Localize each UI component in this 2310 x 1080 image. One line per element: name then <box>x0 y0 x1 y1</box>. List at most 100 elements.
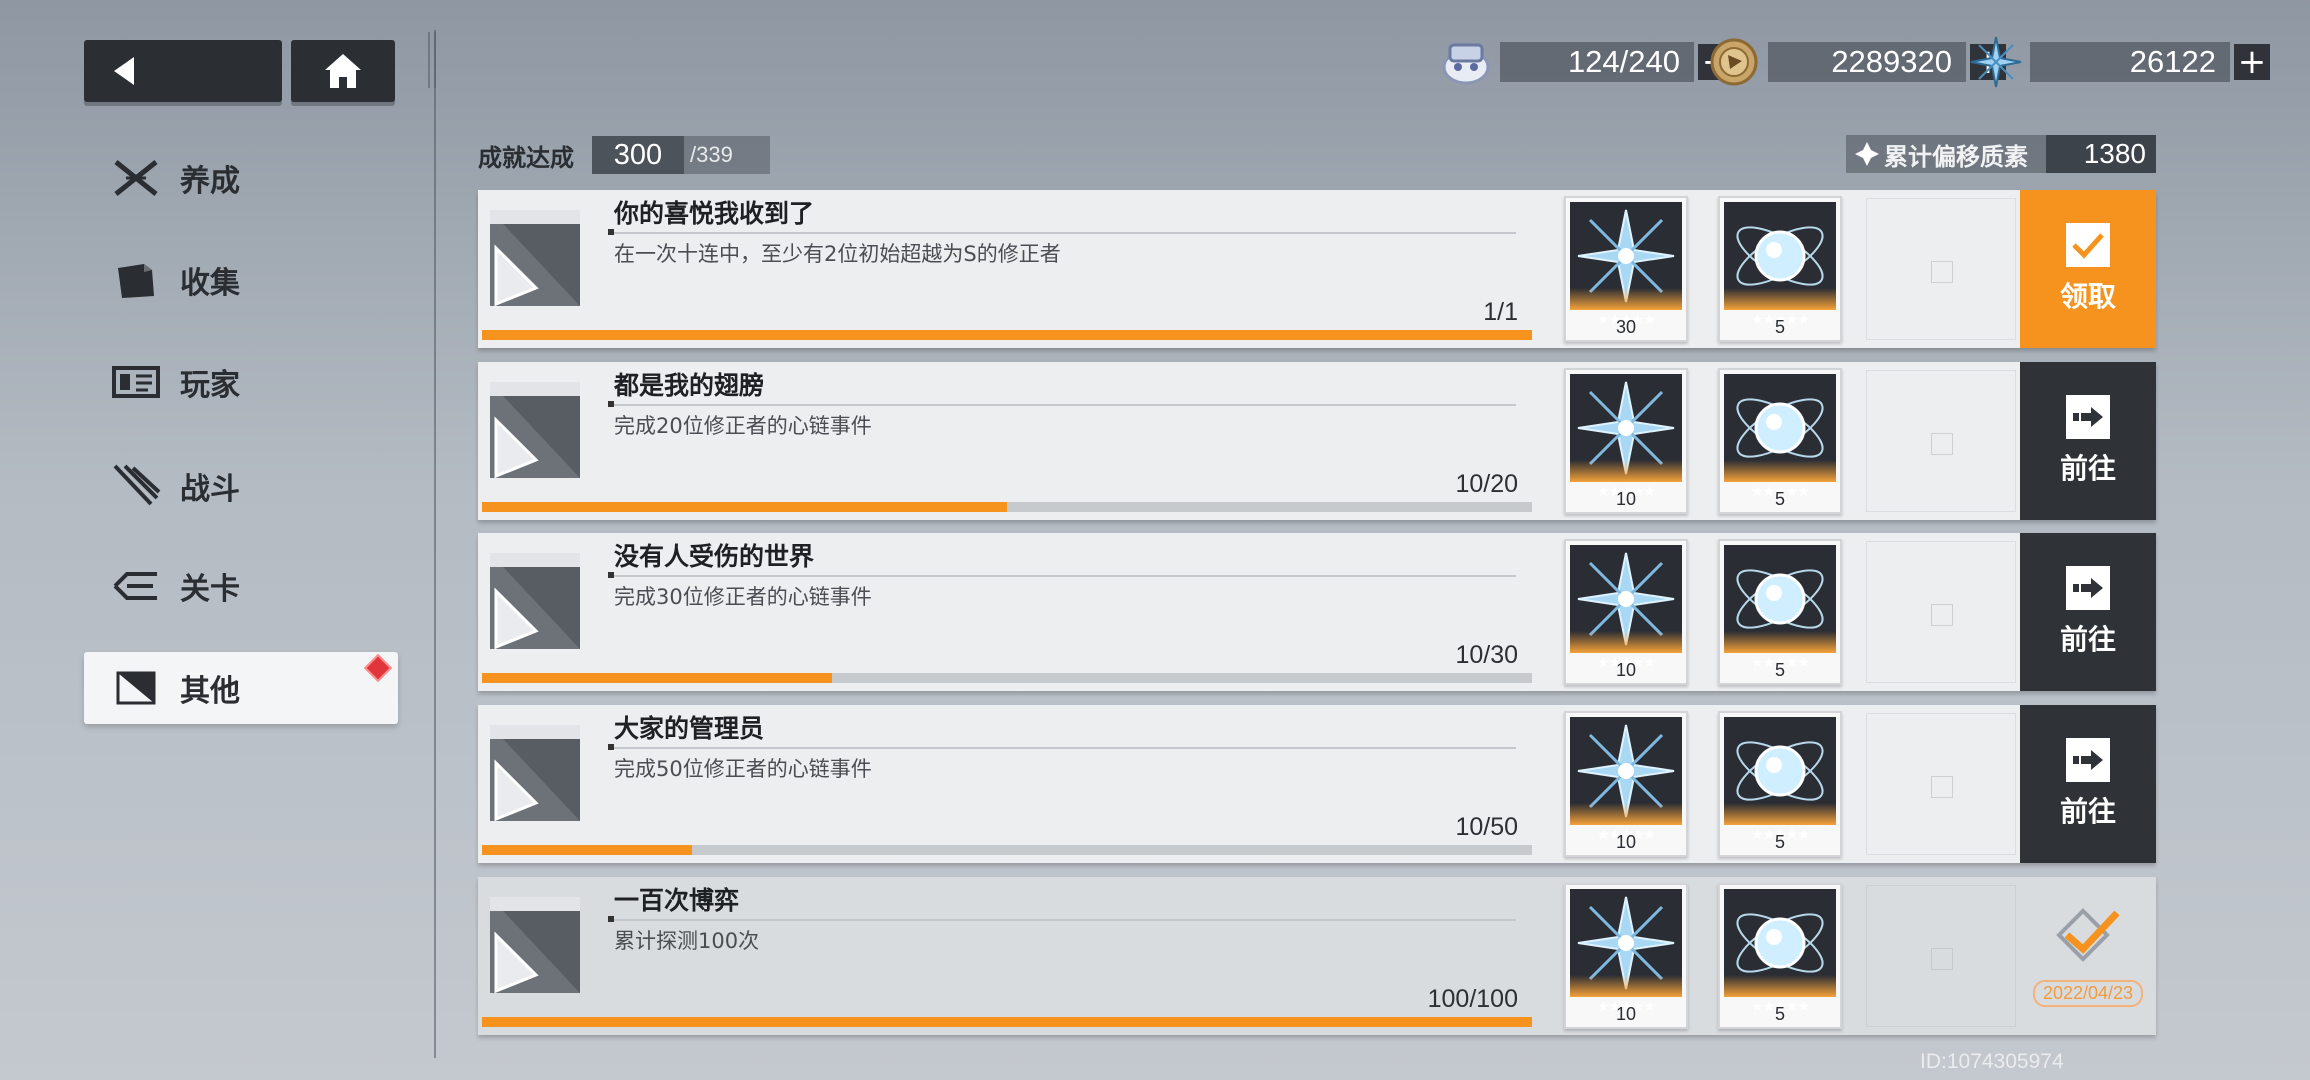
folder-icon <box>110 260 162 300</box>
empty-reward-slot <box>1866 198 2016 340</box>
progress-text: 1/1 <box>1483 298 1518 326</box>
arrow-right-icon <box>2066 738 2110 782</box>
resource-coin: 2289320 + <box>1706 38 2006 86</box>
achievement-emblem-icon <box>490 382 580 479</box>
title-rule <box>608 572 1516 578</box>
crossed-swords-icon <box>110 158 162 198</box>
back-button[interactable] <box>84 40 282 102</box>
achievement-title: 大家的管理员 <box>614 714 765 743</box>
sidebar-item-battle[interactable]: 战斗 <box>84 450 398 522</box>
reward-orb-item[interactable]: ★★★★★ 5 <box>1718 883 1842 1029</box>
orb-icon <box>1724 374 1836 482</box>
offset-mass-text: 累计偏移质素 <box>1884 142 2028 171</box>
sidebar-item-label: 战斗 <box>180 472 240 507</box>
crystal-value: 26122 <box>2030 42 2230 82</box>
sidebar-item-player[interactable]: 玩家 <box>84 346 398 418</box>
achievement-row: 一百次博弈 累计探测100次 100/100 ★★★★★ 10 ★★★★★ 5 2022/04… <box>478 877 2156 1035</box>
sidebar-item-stage[interactable]: 关卡 <box>84 550 398 622</box>
claim-button[interactable]: 领取 <box>2020 190 2156 348</box>
reward-crystal-item[interactable]: ★★★★★ 10 <box>1564 711 1688 857</box>
achievement-count-box: 300 /339 <box>592 136 770 174</box>
progress-bar <box>482 845 1532 855</box>
reward-orb-item[interactable]: ★★★★★ 5 <box>1718 711 1842 857</box>
empty-reward-slot <box>1866 541 2016 683</box>
divider-mark <box>428 32 436 88</box>
achievement-row: 都是我的翅膀 完成20位修正者的心链事件 10/20 ★★★★★ 10 ★★★★★ 5 前往 <box>478 362 2156 520</box>
title-rule <box>608 916 1516 922</box>
checkmark-icon <box>2066 223 2110 267</box>
coin-value: 2289320 <box>1768 42 1966 82</box>
sidebar-item-cultivation[interactable]: 养成 <box>84 142 398 214</box>
resource-stamina: 124/240 + <box>1438 40 1734 85</box>
orb-icon <box>1724 202 1836 310</box>
sidebar-item-other[interactable]: 其他 <box>84 652 398 724</box>
achievement-thumbnail <box>488 895 582 995</box>
achievement-thumbnail <box>488 723 582 823</box>
reward-orb-item[interactable]: ★★★★★ 5 <box>1718 368 1842 514</box>
orb-icon <box>1724 545 1836 653</box>
achievement-thumbnail <box>488 208 582 308</box>
achievement-thumbnail <box>488 380 582 480</box>
reward-quantity: 30 <box>1615 317 1637 337</box>
completed-stamp: 2022/04/23 <box>2020 877 2156 1035</box>
achievement-row: 你的喜悦我收到了 在一次十连中，至少有2位初始超越为S的修正者 1/1 ★★★★★ 30… <box>478 190 2156 348</box>
reward-quantity: 5 <box>1774 660 1785 680</box>
go-button[interactable]: 前往 <box>2020 533 2156 691</box>
offset-mass-value: 1380 <box>2046 135 2156 173</box>
home-button[interactable] <box>291 40 395 102</box>
sidebar-item-collection[interactable]: 收集 <box>84 244 398 316</box>
stage-icon <box>110 566 162 606</box>
id-card-icon <box>110 362 162 402</box>
achievement-emblem-icon <box>490 553 580 650</box>
add-crystal-button[interactable]: + <box>2234 44 2270 80</box>
title-rule <box>608 401 1516 407</box>
action-label: 前往 <box>2059 452 2116 485</box>
achievement-row: 没有人受伤的世界 完成30位修正者的心链事件 10/30 ★★★★★ 10 ★★★★★ 5 前… <box>478 533 2156 691</box>
half-square-icon <box>110 668 162 708</box>
completion-date: 2022/04/23 <box>2032 980 2144 1007</box>
achievement-total: /339 <box>690 142 733 167</box>
reward-crystal-item[interactable]: ★★★★★ 10 <box>1564 539 1688 685</box>
progress-bar <box>482 1017 1532 1027</box>
go-button[interactable]: 前往 <box>2020 362 2156 520</box>
back-arrow-icon <box>114 57 134 85</box>
achievements-label: 成就达成 <box>478 144 574 172</box>
progress-text: 10/20 <box>1455 470 1518 498</box>
crystal-icon <box>1968 34 2024 90</box>
reward-quantity: 5 <box>1774 317 1785 337</box>
sidebar-divider <box>434 30 436 1058</box>
go-button[interactable]: 前往 <box>2020 705 2156 863</box>
coin-icon <box>1706 34 1762 90</box>
reward-crystal-item[interactable]: ★★★★★ 10 <box>1564 368 1688 514</box>
notification-badge <box>363 653 393 683</box>
action-label: 前往 <box>2059 623 2116 656</box>
achievement-description: 在一次十连中，至少有2位初始超越为S的修正者 <box>614 242 1061 266</box>
player-uid: ID:1074305974 <box>1920 1050 2064 1073</box>
achieved-count: 300 <box>592 136 684 174</box>
completed-check-icon <box>2053 905 2123 972</box>
achievement-title: 没有人受伤的世界 <box>614 542 815 571</box>
progress-bar-fill <box>482 330 1532 340</box>
reward-quantity: 5 <box>1774 1004 1785 1024</box>
arrow-right-icon <box>2066 566 2110 610</box>
achievement-row: 大家的管理员 完成50位修正者的心链事件 10/50 ★★★★★ 10 ★★★★★ 5 前往 <box>478 705 2156 863</box>
arrow-right-icon <box>2066 395 2110 439</box>
achievement-description: 累计探测100次 <box>614 929 760 953</box>
reward-crystal-item[interactable]: ★★★★★ 30 <box>1564 196 1688 342</box>
reward-orb-item[interactable]: ★★★★★ 5 <box>1718 196 1842 342</box>
action-label: 领取 <box>2059 280 2116 313</box>
empty-reward-slot <box>1866 885 2016 1027</box>
sidebar-item-label: 玩家 <box>180 368 240 403</box>
star-crystal-icon <box>1570 202 1682 310</box>
achievement-thumbnail <box>488 551 582 651</box>
progress-bar <box>482 673 1532 683</box>
reward-crystal-item[interactable]: ★★★★★ 10 <box>1564 883 1688 1029</box>
star-crystal-icon <box>1570 889 1682 997</box>
progress-text: 10/50 <box>1455 813 1518 841</box>
clover-icon <box>1855 142 1879 166</box>
achievement-title: 一百次博弈 <box>614 886 740 915</box>
title-rule <box>608 744 1516 750</box>
progress-bar-fill <box>482 673 832 683</box>
title-rule <box>608 229 1516 235</box>
reward-orb-item[interactable]: ★★★★★ 5 <box>1718 539 1842 685</box>
